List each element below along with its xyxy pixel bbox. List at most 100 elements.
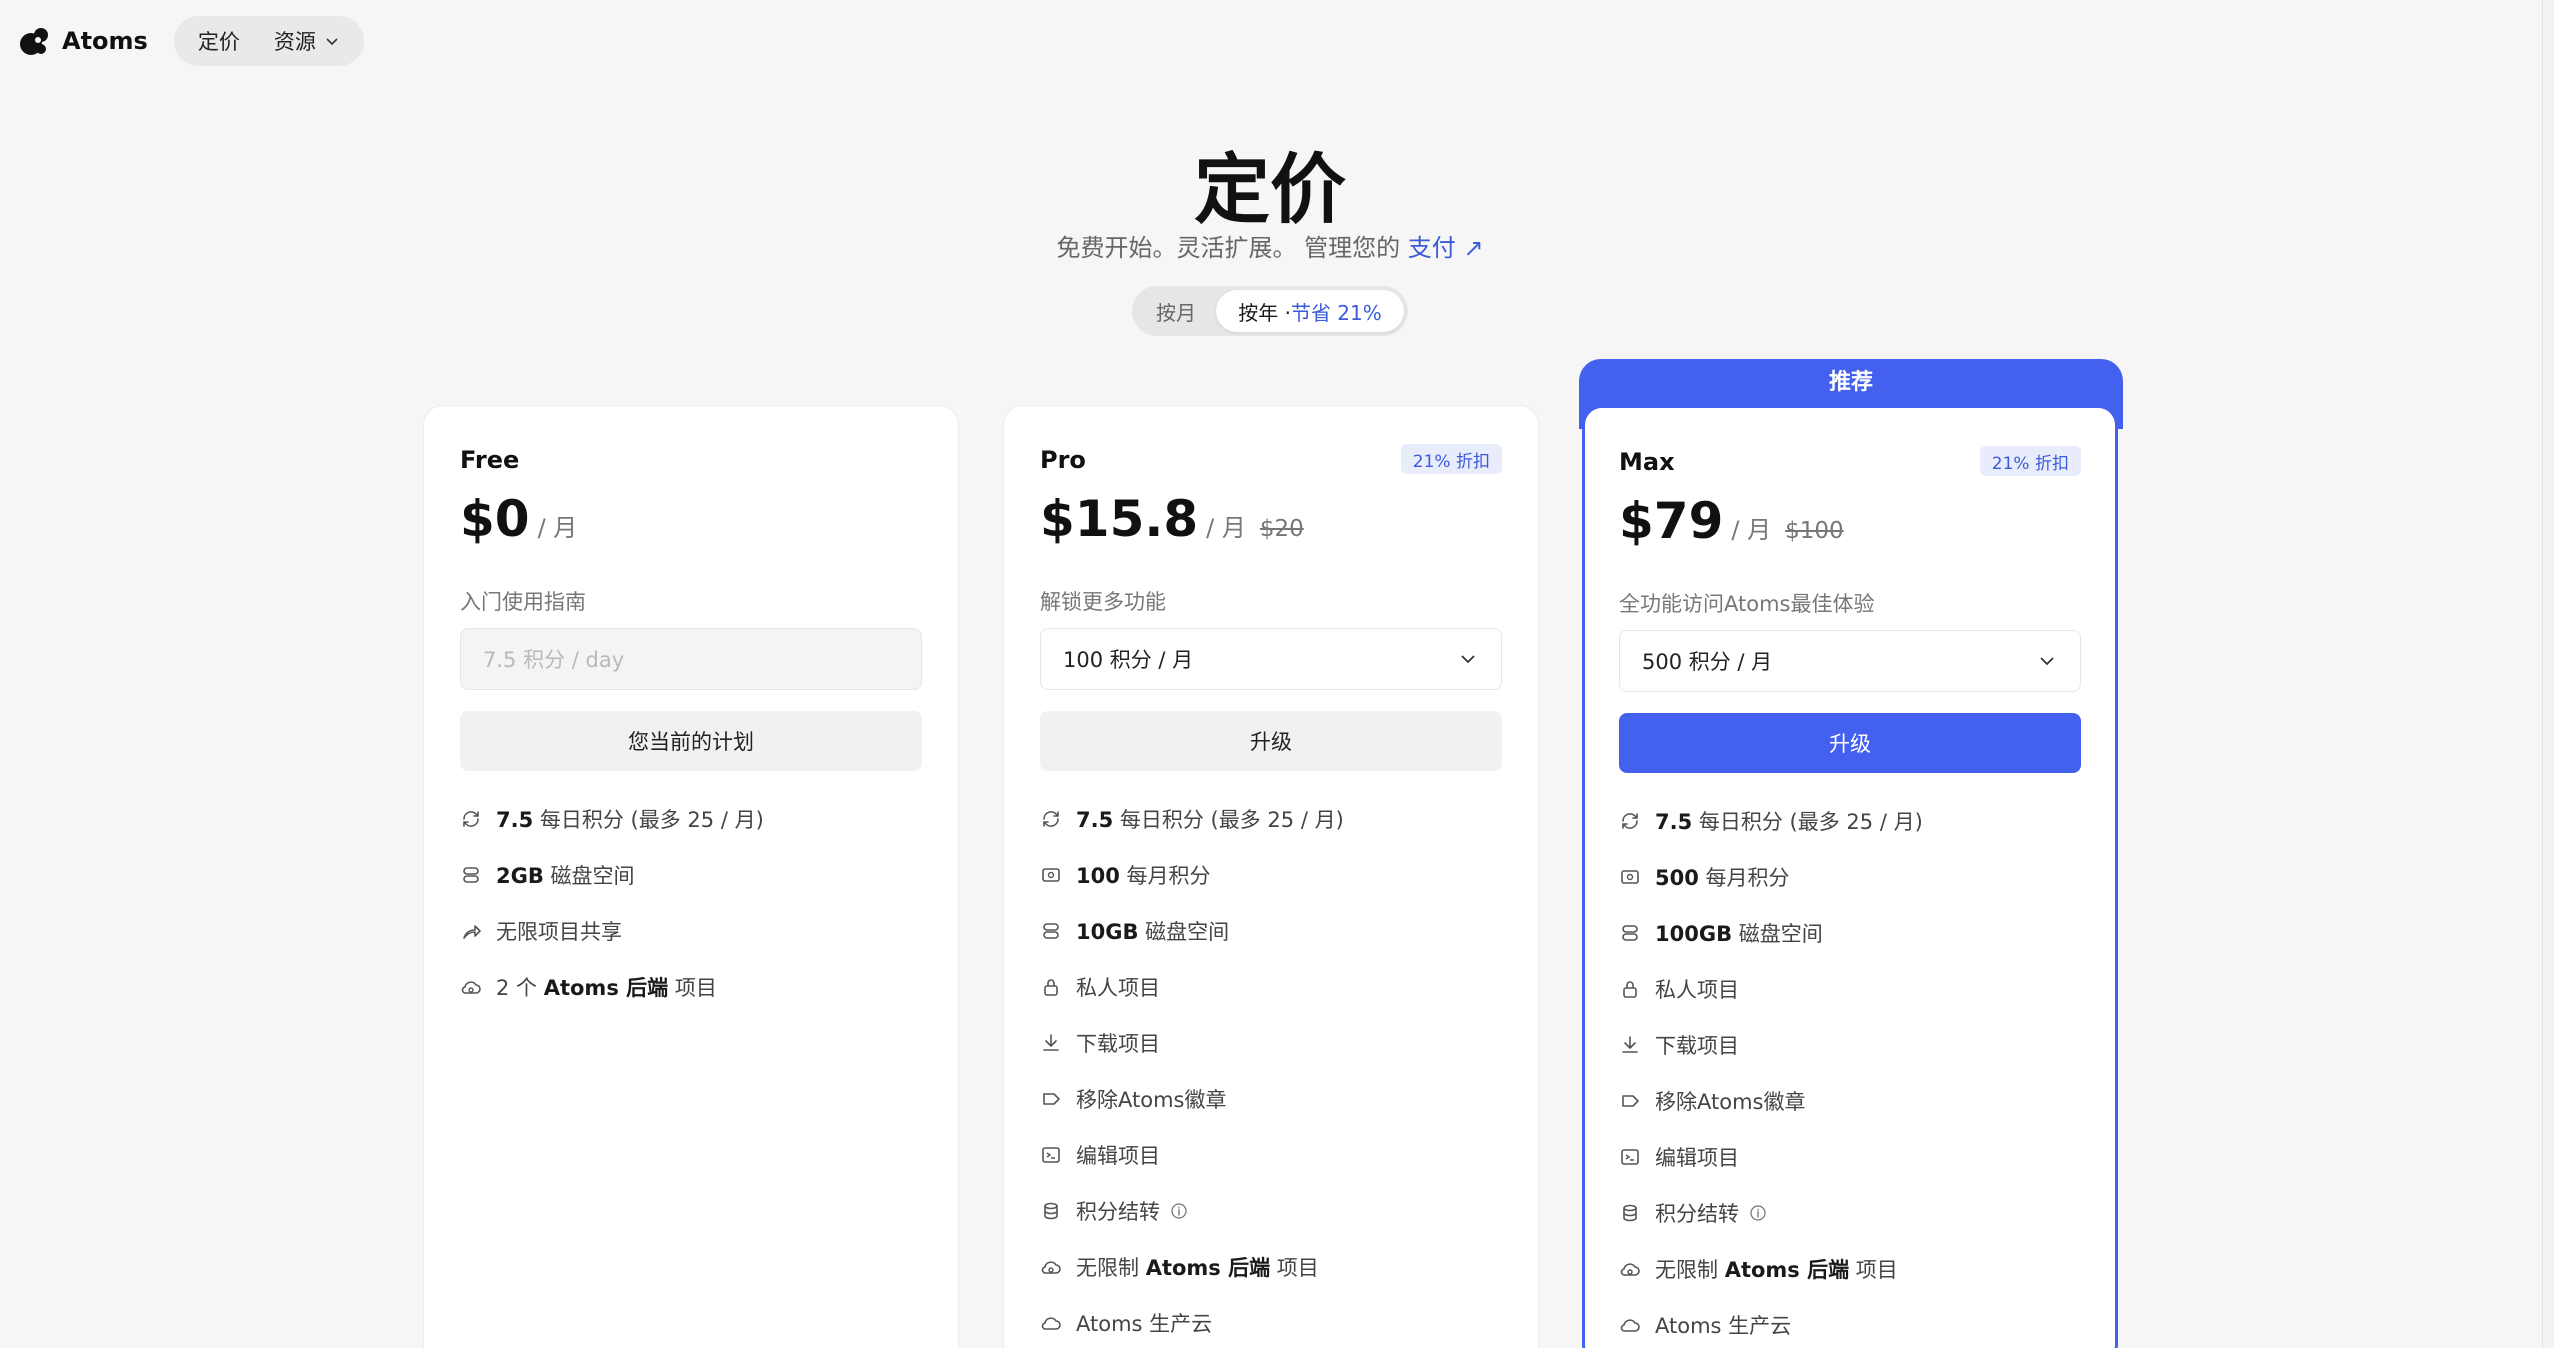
- discount-badge: 21% 折扣: [1400, 444, 1502, 474]
- feature-item: 7.5 每日积分 (最多 25 / 月): [1040, 791, 1502, 847]
- page-title: 定价: [1194, 145, 1346, 234]
- feature-text: 编辑项目: [1076, 1140, 1160, 1170]
- plan-description: 全功能访问Atoms最佳体验: [1619, 592, 1875, 616]
- feature-item: 下载项目: [1040, 1015, 1502, 1071]
- chevron-down-icon: [1461, 655, 1475, 664]
- page-scrollbar[interactable]: [2542, 0, 2554, 1348]
- feature-text: 移除Atoms徽章: [1076, 1084, 1226, 1114]
- feature-highlight: 7.5: [1076, 808, 1114, 832]
- price-period: / 月: [1731, 516, 1772, 544]
- feature-label: 移除Atoms徽章: [1655, 1090, 1806, 1114]
- feature-label: 磁盘空间: [1732, 922, 1823, 946]
- feature-text: 7.5 每日积分 (最多 25 / 月): [1655, 806, 1923, 836]
- info-icon[interactable]: [1749, 1204, 1767, 1222]
- database-icon: [1622, 925, 1638, 941]
- plan-card-max: Max 21% 折扣 $79 / 月 $100 全功能访问Atoms最佳体验 5…: [1582, 405, 2118, 1348]
- feature-item: 移除Atoms徽章: [1619, 1073, 2081, 1129]
- credits-select[interactable]: 100 积分 / 月: [1040, 628, 1502, 690]
- toggle-monthly[interactable]: 按月: [1136, 297, 1216, 326]
- feature-label: 下载项目: [1076, 1032, 1160, 1056]
- feature-label: 项目: [1270, 1256, 1319, 1280]
- feature-item: 无限制 Atoms 后端 项目: [1619, 1241, 2081, 1297]
- cloud-backend-icon: [1620, 1263, 1640, 1276]
- feature-text: 7.5 每日积分 (最多 25 / 月): [496, 804, 764, 834]
- plan-description: 解锁更多功能: [1040, 590, 1166, 614]
- info-icon[interactable]: [1170, 1202, 1188, 1220]
- feature-text: 7.5 每日积分 (最多 25 / 月): [1076, 804, 1344, 834]
- feature-text: Atoms 生产云: [1655, 1310, 1791, 1340]
- feature-text: 10GB 磁盘空间: [1076, 916, 1229, 946]
- credits-input-disabled: 7.5 积分 / day: [460, 628, 922, 690]
- plan-price: $0: [460, 490, 530, 548]
- feature-item: 移除Atoms徽章: [1040, 1071, 1502, 1127]
- feature-label: 每月积分: [1119, 864, 1211, 888]
- feature-label: 每日积分 (最多 25 / 月): [1113, 808, 1344, 832]
- feature-highlight: Atoms 后端: [1724, 1258, 1850, 1282]
- price-period: / 月: [1206, 514, 1246, 542]
- feature-highlight: 500: [1655, 866, 1699, 890]
- current-plan-button[interactable]: 您当前的计划: [460, 711, 922, 771]
- feature-text: 编辑项目: [1655, 1142, 1739, 1172]
- nav-pricing[interactable]: 定价: [198, 26, 240, 56]
- plan-price: $15.8: [1040, 490, 1199, 548]
- feature-item: 2GB 磁盘空间: [460, 847, 922, 903]
- feature-item: 积分结转: [1040, 1183, 1502, 1239]
- cloud-icon: [1620, 1319, 1640, 1332]
- plan-name: Max: [1619, 448, 1675, 476]
- feature-label: 积分结转: [1076, 1200, 1160, 1224]
- toggle-yearly-save: 节省 21%: [1290, 300, 1382, 325]
- feature-text: 积分结转: [1076, 1196, 1160, 1226]
- subtitle-text: 免费开始。灵活扩展。 管理您的: [1056, 234, 1401, 262]
- share-icon: [463, 925, 481, 939]
- feature-text: 100 每月积分: [1076, 860, 1211, 890]
- database-icon: [463, 867, 479, 883]
- lock-icon: [1044, 979, 1058, 996]
- feature-label: 磁盘空间: [1138, 920, 1230, 944]
- feature-prefix: 无限制: [1655, 1258, 1725, 1282]
- credits-selected-value: 100 积分 / 月: [1063, 648, 1194, 672]
- feature-label: Atoms 生产云: [1076, 1312, 1213, 1336]
- credits-select[interactable]: 500 积分 / 月: [1619, 630, 2081, 692]
- credits-selected-value: 500 积分 / 月: [1642, 650, 1773, 674]
- feature-label: 移除Atoms徽章: [1076, 1088, 1227, 1112]
- original-price: $100: [1785, 518, 1844, 544]
- upgrade-button[interactable]: 升级: [1619, 713, 2081, 773]
- cloud-backend-icon: [1041, 1261, 1061, 1274]
- refresh-icon: [1043, 811, 1059, 827]
- feature-text: 私人项目: [1076, 972, 1160, 1002]
- nav-resources-label: 资源: [273, 30, 316, 54]
- feature-item: 100 每月积分: [1040, 847, 1502, 903]
- billing-link[interactable]: 支付 ↗: [1408, 234, 1484, 262]
- brand-logo[interactable]: Atoms: [18, 24, 148, 58]
- feature-highlight: 100: [1076, 864, 1120, 888]
- feature-highlight: Atoms 后端: [1145, 1256, 1271, 1280]
- feature-text: 无限制 Atoms 后端 项目: [1076, 1252, 1319, 1282]
- upgrade-button[interactable]: 升级: [1040, 711, 1502, 771]
- database-icon: [1043, 923, 1059, 939]
- nav-resources-dropdown[interactable]: 资源: [274, 26, 340, 56]
- toggle-yearly[interactable]: 按年 · 节省 21%: [1216, 290, 1404, 332]
- feature-text: 2GB 磁盘空间: [496, 860, 635, 890]
- credit-card-icon: [1042, 868, 1060, 882]
- feature-prefix: 2 个: [496, 976, 544, 1000]
- feature-highlight: Atoms 后端: [543, 976, 669, 1000]
- feature-label: Atoms 生产云: [1655, 1314, 1792, 1338]
- original-price: $20: [1259, 516, 1304, 542]
- feature-label: 磁盘空间: [543, 864, 635, 888]
- feature-text: Atoms 生产云: [1076, 1308, 1212, 1338]
- feature-item: 100GB 磁盘空间: [1619, 905, 2081, 961]
- refresh-icon: [463, 811, 479, 827]
- plan-description: 入门使用指南: [460, 590, 586, 614]
- feature-item: 编辑项目: [1040, 1127, 1502, 1183]
- feature-item: 私人项目: [1619, 961, 2081, 1017]
- main-nav: 定价 资源: [173, 16, 364, 66]
- toggle-yearly-label: 按年 ·: [1238, 300, 1291, 325]
- credits-placeholder: 7.5 积分 / day: [483, 648, 625, 672]
- credit-card-icon: [1621, 870, 1639, 884]
- feature-label: 积分结转: [1655, 1202, 1739, 1226]
- feature-item: Atoms 生产云: [1040, 1295, 1502, 1348]
- feature-text: 100GB 磁盘空间: [1655, 918, 1823, 948]
- feature-prefix: 无限制: [1076, 1256, 1146, 1280]
- plan-name: Pro: [1040, 446, 1086, 474]
- feature-highlight: 10GB: [1076, 920, 1139, 944]
